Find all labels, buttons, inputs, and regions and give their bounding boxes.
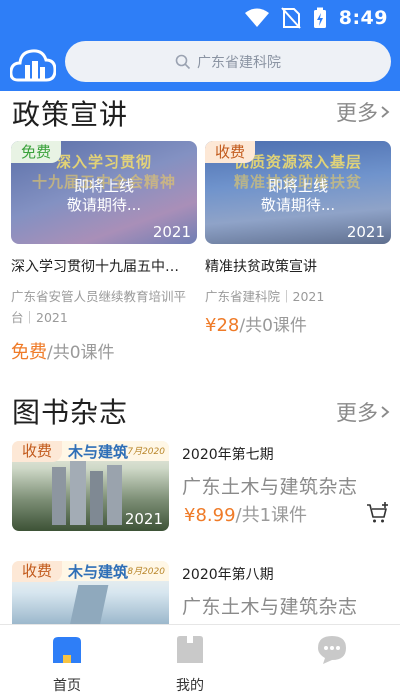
paid-tag: 收费 (12, 561, 63, 582)
course-title[interactable]: 精准扶贫政策宣讲 (205, 256, 391, 276)
book-name[interactable]: 广东土木与建筑杂志 (182, 592, 358, 619)
nav-label-profile: 我的 (176, 678, 204, 694)
course-card[interactable]: 优质资源深入基层 精准扶贫助推扶贫 即将上线 敬请期待... 2021 收费 精… (205, 141, 391, 336)
course-card[interactable]: 深入学习贯彻 十九届五中全会精神 即将上线 敬请期待... 2021 免费 深入… (11, 141, 197, 364)
paid-tag: 收费 (12, 441, 63, 462)
overlay-line-1: 即将上线 (73, 177, 134, 195)
price-suffix: /共0课件 (47, 343, 115, 363)
book-name[interactable]: 广东土木与建筑杂志 (182, 472, 358, 499)
search-bar[interactable]: 广东省建科院 (65, 41, 391, 82)
cover-issue-label: 7月2020 (127, 447, 165, 457)
course-source: 广东省安管人员继续教育培训平台｜2021 (11, 289, 187, 325)
more-label: 更多 (336, 101, 378, 125)
section-title-books: 图书杂志 (12, 396, 129, 429)
home-icon (53, 637, 81, 663)
section-title-policy: 政策宣讲 (12, 98, 129, 131)
book-price: ¥8.99/共1课件 (184, 501, 307, 527)
no-sim-icon (280, 7, 301, 29)
coming-soon-overlay: 即将上线 敬请期待... (205, 177, 391, 215)
books-more-link[interactable]: 更多 (336, 397, 390, 427)
book-issue: 2020年第八期 (182, 567, 274, 583)
paid-tag: 收费 (205, 141, 256, 163)
cover-magazine-title: 木与建筑 (68, 563, 129, 581)
chevron-right-icon (381, 106, 390, 118)
search-placeholder: 广东省建科院 (197, 54, 281, 71)
course-year: 2021 (152, 223, 191, 241)
price-amount: ¥8.99 (184, 505, 236, 526)
overlay-line-2: 敬请期待... (66, 196, 142, 214)
status-time: 8:49 (338, 7, 388, 29)
book-issue: 2020年第七期 (182, 447, 274, 463)
wifi-icon (244, 8, 269, 27)
book-year: 2021 (124, 510, 163, 528)
course-thumbnail[interactable]: 优质资源深入基层 精准扶贫助推扶贫 即将上线 敬请期待... 2021 收费 (205, 141, 391, 244)
overlay-line-2: 敬请期待... (260, 196, 336, 214)
nav-item-profile[interactable]: 我的 (145, 633, 235, 695)
search-icon (175, 54, 191, 69)
battery-charging-icon (313, 7, 326, 28)
app-header: 8:49 广东省建科院 (0, 0, 400, 91)
price-suffix: /共0课件 (239, 316, 307, 336)
more-label: 更多 (336, 401, 378, 425)
price-suffix: /共1课件 (235, 505, 308, 526)
price-amount: 免费 (11, 342, 47, 363)
course-price: ¥28/共0课件 (205, 311, 391, 336)
cover-issue-label: 8月2020 (127, 567, 165, 577)
nav-item-chat[interactable] (287, 633, 377, 675)
course-thumbnail[interactable]: 深入学习贯彻 十九届五中全会精神 即将上线 敬请期待... 2021 免费 (11, 141, 197, 244)
book-item[interactable]: 木与建筑 7月2020 收费 2021 2020年第七期 广东土木与建筑杂志 ¥… (12, 441, 390, 531)
course-source: 广东省建科院｜2021 (205, 289, 325, 304)
chat-icon (318, 636, 346, 664)
book-cover[interactable]: 木与建筑 7月2020 收费 2021 (12, 441, 169, 531)
overlay-line-1: 即将上线 (267, 177, 328, 195)
bottom-nav: 首页 我的 (0, 624, 400, 700)
nav-item-home[interactable]: 首页 (22, 633, 112, 695)
cloud-building-logo[interactable] (10, 44, 56, 82)
chevron-right-icon (381, 406, 390, 418)
course-title[interactable]: 深入学习贯彻十九届五中… (11, 256, 197, 276)
add-to-cart-icon[interactable] (366, 501, 390, 525)
course-price: 免费/共0课件 (11, 338, 197, 364)
course-year: 2021 (346, 223, 385, 241)
status-bar: 8:49 (244, 6, 388, 30)
cover-magazine-title: 木与建筑 (68, 443, 129, 461)
price-amount: ¥28 (205, 315, 240, 336)
profile-icon (177, 636, 203, 663)
policy-more-link[interactable]: 更多 (336, 97, 390, 127)
free-tag: 免费 (11, 141, 62, 163)
coming-soon-overlay: 即将上线 敬请期待... (11, 177, 197, 215)
nav-label-home: 首页 (53, 678, 81, 694)
